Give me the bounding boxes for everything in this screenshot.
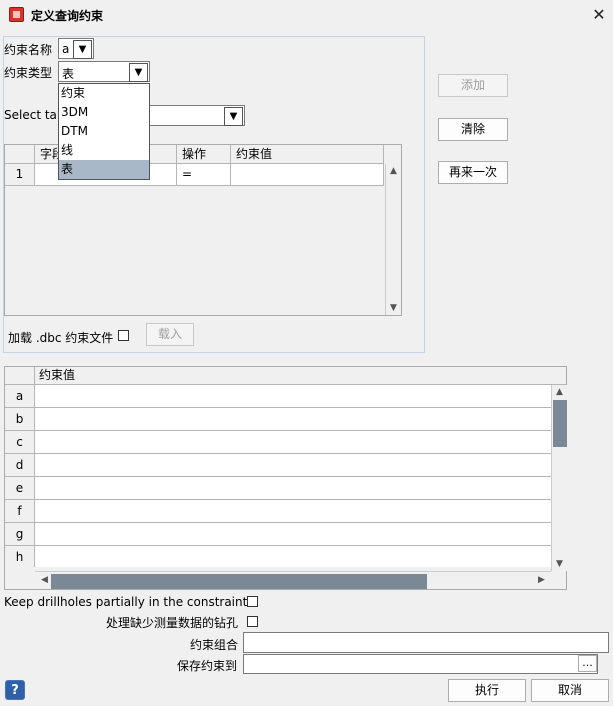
execute-button[interactable]: 执行	[448, 679, 526, 702]
chevron-down-icon[interactable]: ▼	[224, 107, 243, 126]
scroll-down-icon[interactable]: ▼	[386, 303, 401, 313]
value-cell[interactable]	[35, 408, 551, 431]
value-cell[interactable]	[35, 546, 551, 567]
grid-corner	[5, 145, 35, 164]
keep-partial-checkbox[interactable]	[247, 596, 258, 607]
table-row[interactable]: g	[5, 523, 551, 546]
keep-partial-label: Keep drillholes partially in the constra…	[4, 595, 248, 609]
table-row[interactable]: e	[5, 477, 551, 500]
constraint-type-dropdown: 约束 3DM DTM 线 表	[58, 83, 150, 180]
scroll-thumb[interactable]	[553, 400, 567, 447]
value-cell[interactable]	[35, 477, 551, 500]
dropdown-option[interactable]: 3DM	[59, 103, 149, 122]
constraint-type-value: 表	[62, 67, 75, 81]
constraint-name-combo[interactable]: a ▼	[58, 38, 94, 59]
load-dbc-checkbox[interactable]	[118, 330, 129, 341]
save-to-label: 保存约束到	[177, 659, 238, 673]
dropdown-option[interactable]: 线	[59, 141, 149, 160]
scroll-up-icon[interactable]: ▲	[386, 166, 401, 176]
row-header: f	[5, 500, 35, 523]
column-header-value[interactable]: 约束值	[35, 367, 566, 385]
close-icon[interactable]: ✕	[589, 5, 609, 24]
window-title: 定义查询约束	[31, 9, 104, 23]
cell-value[interactable]	[231, 164, 384, 186]
value-cell[interactable]	[35, 523, 551, 546]
dropdown-option-selected[interactable]: 表	[59, 160, 149, 179]
scroll-up-icon[interactable]: ▲	[552, 387, 567, 397]
cell-operator[interactable]: =	[177, 164, 231, 186]
help-icon[interactable]: ?	[5, 680, 25, 700]
app-icon	[9, 7, 24, 22]
values-horizontal-scrollbar[interactable]: ◀ ▶	[35, 571, 551, 589]
cancel-button[interactable]: 取消	[531, 679, 609, 702]
values-vertical-scrollbar[interactable]: ▲ ▼	[551, 385, 567, 571]
scroll-down-icon[interactable]: ▼	[552, 559, 567, 569]
value-cell[interactable]	[35, 431, 551, 454]
row-header: a	[5, 385, 35, 408]
constraint-type-combo[interactable]: 表 ▼	[58, 61, 150, 82]
value-cell[interactable]	[35, 385, 551, 408]
browse-button[interactable]: ...	[578, 655, 597, 672]
table-row[interactable]: f	[5, 500, 551, 523]
combination-label: 约束组合	[190, 638, 239, 652]
constraint-name-value: a	[62, 42, 70, 56]
value-cell[interactable]	[35, 454, 551, 477]
chevron-down-icon[interactable]: ▼	[73, 40, 92, 59]
table-row[interactable]: d	[5, 454, 551, 477]
row-header: c	[5, 431, 35, 454]
row-header: h	[5, 546, 35, 567]
table-row[interactable]: c	[5, 431, 551, 454]
scroll-right-icon[interactable]: ▶	[534, 575, 549, 585]
table-row[interactable]: h	[5, 546, 551, 567]
column-header-operator[interactable]: 操作	[177, 145, 231, 164]
constraint-name-label: 约束名称	[4, 43, 53, 57]
row-header: g	[5, 523, 35, 546]
scroll-left-icon[interactable]: ◀	[37, 575, 52, 585]
load-dbc-label: 加载 .dbc 约束文件	[8, 331, 114, 345]
row-header: b	[5, 408, 35, 431]
constraint-type-label: 约束类型	[4, 66, 53, 80]
table-row[interactable]: b	[5, 408, 551, 431]
row-header: e	[5, 477, 35, 500]
missing-survey-label: 处理缺少测量数据的钻孔	[106, 616, 239, 630]
dropdown-option[interactable]: 约束	[59, 84, 149, 103]
dropdown-option[interactable]: DTM	[59, 122, 149, 141]
again-button[interactable]: 再来一次	[438, 161, 508, 184]
row-number: 1	[5, 164, 35, 186]
value-cell[interactable]	[35, 500, 551, 523]
grid-corner	[5, 367, 35, 385]
missing-survey-checkbox[interactable]	[247, 616, 258, 627]
add-button[interactable]: 添加	[438, 74, 508, 97]
combination-input[interactable]	[243, 632, 609, 653]
table-row[interactable]: a	[5, 385, 551, 408]
save-path-input[interactable]	[243, 654, 598, 674]
load-button[interactable]: 载入	[146, 323, 194, 346]
scroll-thumb[interactable]	[51, 574, 427, 589]
constraint-values-grid: 约束值 a b c d e f g h ▲ ▼ ◀ ▶	[4, 366, 567, 590]
row-header: d	[5, 454, 35, 477]
chevron-down-icon[interactable]: ▼	[129, 63, 148, 82]
column-header-value[interactable]: 约束值	[231, 145, 384, 164]
title-bar: 定义查询约束 ✕	[0, 0, 613, 30]
select-table-combo[interactable]: ▼	[148, 105, 245, 126]
clear-button[interactable]: 清除	[438, 118, 508, 141]
grid-vertical-scrollbar[interactable]: ▲ ▼	[385, 164, 401, 315]
select-table-label: Select tab	[4, 108, 65, 122]
